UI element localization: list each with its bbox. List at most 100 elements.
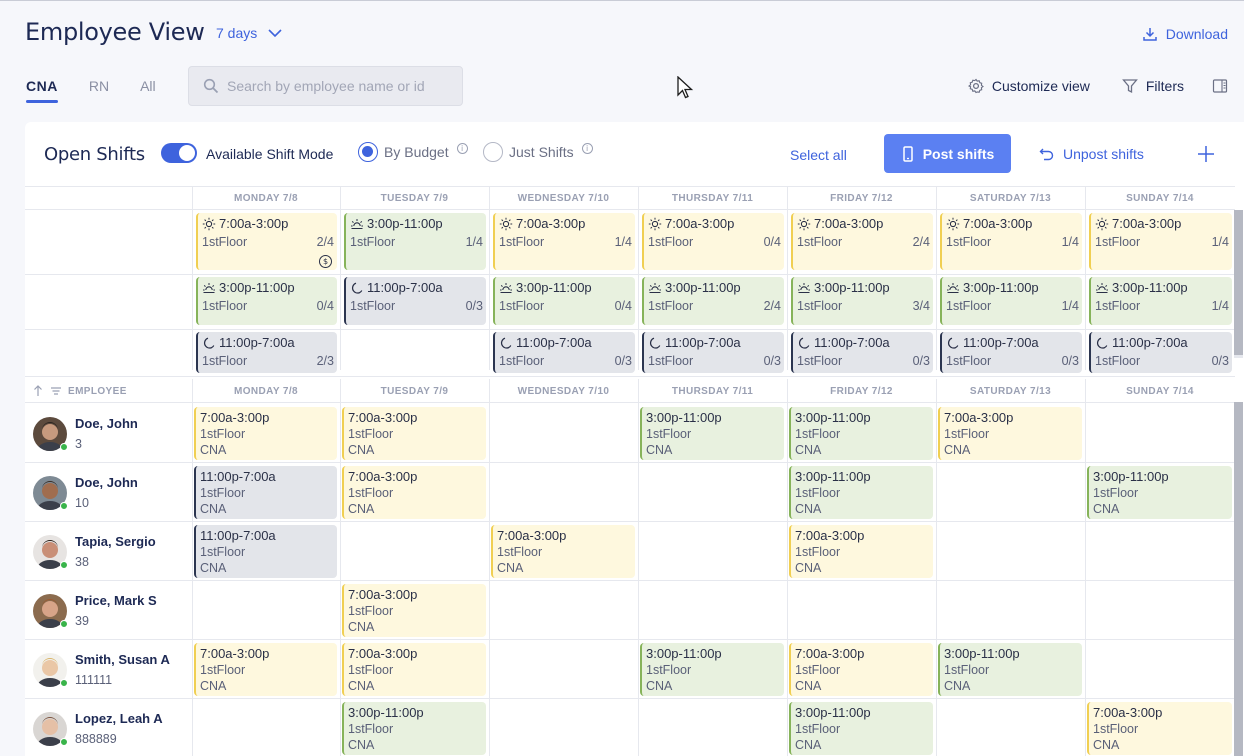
open-shift-card[interactable]: 3:00p-11:00p 1stFloor 1/4 (1089, 277, 1232, 325)
employee-shift-card[interactable]: 7:00a-3:00p 1stFloor CNA (342, 584, 486, 637)
shift-time: 11:00p-7:00a (350, 280, 486, 295)
open-shift-card[interactable]: 3:00p-11:00p 1stFloor 0/4 (493, 277, 635, 325)
unpost-shifts-button[interactable]: Unpost shifts (1039, 146, 1144, 162)
avatar[interactable] (33, 475, 68, 510)
employee-shift-card[interactable]: 7:00a-3:00p 1stFloor CNA (789, 643, 933, 696)
tab-all[interactable]: All (140, 78, 156, 103)
employee-name[interactable]: Tapia, Sergio (75, 534, 156, 549)
employee-shift-card[interactable]: 3:00p-11:00p 1stFloor CNA (938, 643, 1082, 696)
avatar[interactable] (33, 593, 68, 628)
employee-name[interactable]: Price, Mark S (75, 593, 157, 608)
scrollbar-thumb[interactable] (1234, 402, 1243, 756)
plus-icon[interactable] (1197, 145, 1215, 163)
post-shifts-button[interactable]: Post shifts (884, 134, 1011, 173)
open-shift-card[interactable]: 3:00p-11:00p 1stFloor 1/4 (344, 213, 486, 270)
open-shift-card[interactable]: 11:00p-7:00a 1stFloor 0/3 (642, 332, 784, 373)
employee-id: 3 (75, 437, 82, 451)
open-shift-card[interactable]: 11:00p-7:00a 1stFloor 0/3 (493, 332, 635, 373)
employee-shift-card[interactable]: 7:00a-3:00p 1stFloor CNA (938, 407, 1082, 460)
range-dropdown[interactable]: 7 days (216, 25, 283, 41)
open-shift-card[interactable]: 7:00a-3:00p 1stFloor 1/4 (1089, 213, 1232, 270)
available-shift-mode-toggle[interactable] (161, 143, 197, 163)
shift-role: CNA (795, 443, 822, 457)
open-shift-card[interactable]: 11:00p-7:00a 1stFloor 0/3 (1089, 332, 1232, 373)
scrollbar-thumb[interactable] (1234, 210, 1243, 355)
open-shift-card[interactable]: 7:00a-3:00p 1stFloor 1/4 (493, 213, 635, 270)
sun-icon (499, 217, 513, 231)
panel-toggle-button[interactable] (1212, 78, 1228, 94)
employee-cell[interactable]: Lopez, Leah A 888889 (33, 711, 163, 746)
employee-shift-card[interactable]: 3:00p-11:00p 1stFloor CNA (789, 702, 933, 755)
open-shift-card[interactable]: 7:00a-3:00p 1stFloor 0/4 (642, 213, 784, 270)
select-all-link[interactable]: Select all (790, 147, 847, 163)
day-header: SATURDAY 7/13 (969, 385, 1052, 397)
open-shift-card[interactable]: 11:00p-7:00a 1stFloor 0/3 (791, 332, 933, 373)
shift-fill-ratio: 0/4 (316, 299, 334, 313)
employee-cell[interactable]: Doe, John 10 (33, 475, 138, 510)
row-divider (25, 639, 1235, 640)
employee-shift-card[interactable]: 3:00p-11:00p 1stFloor CNA (1087, 466, 1232, 519)
search-input[interactable] (227, 78, 447, 94)
employee-shift-card[interactable]: 3:00p-11:00p 1stFloor CNA (342, 702, 486, 755)
open-shift-card[interactable]: 7:00a-3:00p 1stFloor 2/4 (791, 213, 933, 270)
employee-shift-card[interactable]: 7:00a-3:00p 1stFloor CNA (1087, 702, 1232, 755)
sort-up-icon[interactable] (32, 385, 44, 397)
open-shift-card[interactable]: 7:00a-3:00p 1stFloor 2/4 $ (196, 213, 337, 270)
employee-name[interactable]: Doe, John (75, 475, 138, 490)
employee-cell[interactable]: Price, Mark S 39 (33, 593, 157, 628)
open-shift-card[interactable]: 7:00a-3:00p 1stFloor 1/4 (940, 213, 1082, 270)
info-icon[interactable]: i (581, 142, 593, 154)
employee-shift-card[interactable]: 7:00a-3:00p 1stFloor CNA (194, 407, 337, 460)
employee-cell[interactable]: Doe, John 3 (33, 416, 138, 451)
open-shift-card[interactable]: 3:00p-11:00p 1stFloor 3/4 (791, 277, 933, 325)
employee-name[interactable]: Doe, John (75, 416, 138, 431)
download-button[interactable]: Download (1142, 26, 1228, 42)
day-header: SATURDAY 7/13 (969, 192, 1052, 204)
info-icon[interactable]: i (456, 142, 468, 154)
employee-shift-card[interactable]: 7:00a-3:00p 1stFloor CNA (789, 525, 933, 578)
tab-cna[interactable]: CNA (26, 78, 58, 103)
employee-shift-card[interactable]: 3:00p-11:00p 1stFloor CNA (789, 466, 933, 519)
employee-shift-card[interactable]: 7:00a-3:00p 1stFloor CNA (342, 466, 486, 519)
radio-by-budget[interactable]: By Budget i (358, 142, 468, 162)
employee-shift-card[interactable]: 11:00p-7:00a 1stFloor CNA (194, 466, 337, 519)
employee-name[interactable]: Lopez, Leah A (75, 711, 163, 726)
shift-time: 3:00p-11:00p (348, 705, 424, 720)
employee-cell[interactable]: Smith, Susan A 111111 (33, 652, 170, 687)
sort-lines-icon[interactable] (50, 385, 62, 397)
open-shift-card[interactable]: 11:00p-7:00a 1stFloor 0/3 (344, 277, 486, 325)
avatar[interactable] (33, 652, 68, 687)
open-shift-card[interactable]: 3:00p-11:00p 1stFloor 2/4 (642, 277, 784, 325)
column-divider (787, 186, 788, 370)
employee-cell[interactable]: Tapia, Sergio 38 (33, 534, 156, 569)
shift-role: CNA (348, 738, 375, 752)
tab-rn[interactable]: RN (89, 78, 109, 103)
employee-shift-card[interactable]: 3:00p-11:00p 1stFloor CNA (640, 643, 784, 696)
day-header: SUNDAY 7/14 (1126, 385, 1194, 397)
employee-shift-card[interactable]: 7:00a-3:00p 1stFloor CNA (342, 643, 486, 696)
open-shifts-scrollbar[interactable] (1234, 210, 1243, 358)
employee-shift-card[interactable]: 7:00a-3:00p 1stFloor CNA (194, 643, 337, 696)
avatar[interactable] (33, 534, 68, 569)
avatar[interactable] (33, 711, 68, 746)
employee-shift-card[interactable]: 7:00a-3:00p 1stFloor CNA (342, 407, 486, 460)
shift-location: 1stFloor (497, 545, 543, 559)
employee-shift-card[interactable]: 11:00p-7:00a 1stFloor CNA (194, 525, 337, 578)
employee-shift-card[interactable]: 3:00p-11:00p 1stFloor CNA (640, 407, 784, 460)
radio-just-shifts[interactable]: Just Shifts i (483, 142, 593, 162)
employee-name[interactable]: Smith, Susan A (75, 652, 170, 667)
row-divider (25, 462, 1235, 463)
sunset-icon (1095, 281, 1109, 295)
open-shift-card[interactable]: 11:00p-7:00a 1stFloor 2/3 (196, 332, 337, 373)
avatar[interactable] (33, 416, 68, 451)
open-shift-card[interactable]: 11:00p-7:00a 1stFloor 0/3 (940, 332, 1082, 373)
open-shift-card[interactable]: 3:00p-11:00p 1stFloor 1/4 (940, 277, 1082, 325)
employees-scrollbar[interactable] (1234, 402, 1243, 756)
employee-shift-card[interactable]: 7:00a-3:00p 1stFloor CNA (491, 525, 635, 578)
employee-shift-card[interactable]: 3:00p-11:00p 1stFloor CNA (789, 407, 933, 460)
customize-view-button[interactable]: Customize view (967, 78, 1090, 94)
open-shift-card[interactable]: 3:00p-11:00p 1stFloor 0/4 (196, 277, 337, 325)
post-shifts-label: Post shifts (922, 145, 995, 162)
filters-button[interactable]: Filters (1121, 78, 1184, 94)
employee-column-header[interactable]: EMPLOYEE (32, 379, 127, 403)
